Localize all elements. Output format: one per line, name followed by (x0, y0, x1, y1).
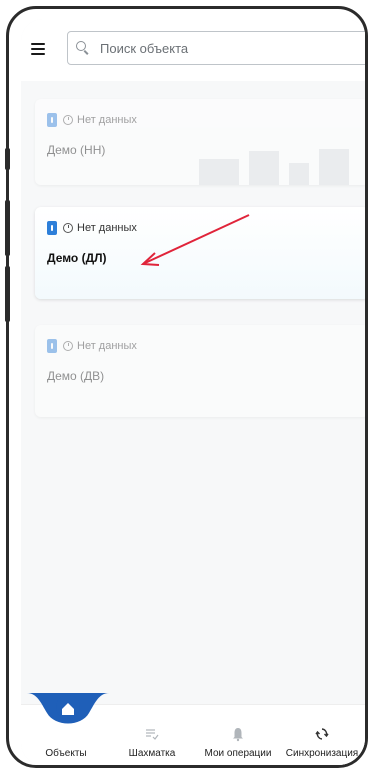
info-badge-icon (47, 221, 57, 235)
object-name: Демо (ДЛ) (47, 251, 107, 265)
object-card[interactable]: Нет данных Демо (ДВ) (35, 325, 365, 417)
top-bar (21, 19, 365, 81)
phone-side-button (5, 266, 10, 322)
tab-chessboard[interactable]: Шахматка (109, 726, 195, 759)
search-field[interactable] (67, 31, 365, 65)
status-row: Нет данных (47, 113, 137, 127)
search-icon (76, 41, 90, 55)
search-input[interactable] (98, 39, 342, 57)
buildings-illustration (199, 149, 349, 185)
sync-icon (315, 728, 329, 740)
clock-icon (63, 223, 73, 233)
status-text: Нет данных (77, 114, 137, 126)
bell-icon (233, 728, 243, 742)
tab-objects[interactable]: Объекты (23, 748, 109, 759)
phone-side-button (5, 200, 10, 256)
hamburger-menu-icon[interactable] (31, 43, 45, 55)
list-check-icon (146, 729, 159, 740)
object-card[interactable]: Нет данных Демо (НН) (35, 99, 365, 185)
phone-frame: Нет данных Демо (НН) Нет данных Демо (ДЛ… (6, 6, 368, 768)
tab-chessboard-label: Шахматка (128, 748, 176, 759)
tab-my-operations-label: Мои операции (204, 748, 272, 759)
status-text: Нет данных (77, 340, 137, 352)
clock-icon (63, 115, 73, 125)
active-tab-highlight (27, 693, 109, 724)
tab-sync[interactable]: Синхронизация (279, 726, 365, 759)
bottom-tab-bar: Объекты Шахматка Мои операции Синхрониза… (21, 693, 365, 765)
status-row: Нет данных (47, 339, 137, 353)
app-screen: Нет данных Демо (НН) Нет данных Демо (ДЛ… (21, 19, 365, 765)
tab-my-operations[interactable]: Мои операции (195, 726, 281, 759)
info-badge-icon (47, 113, 57, 127)
annotation-arrow-icon (140, 214, 250, 266)
clock-icon (63, 341, 73, 351)
tab-sync-label: Синхронизация (285, 748, 359, 759)
info-badge-icon (47, 339, 57, 353)
phone-side-button (5, 148, 10, 170)
object-name: Демо (НН) (47, 143, 106, 157)
tab-objects-label: Объекты (45, 748, 87, 759)
object-name: Демо (ДВ) (47, 369, 105, 383)
